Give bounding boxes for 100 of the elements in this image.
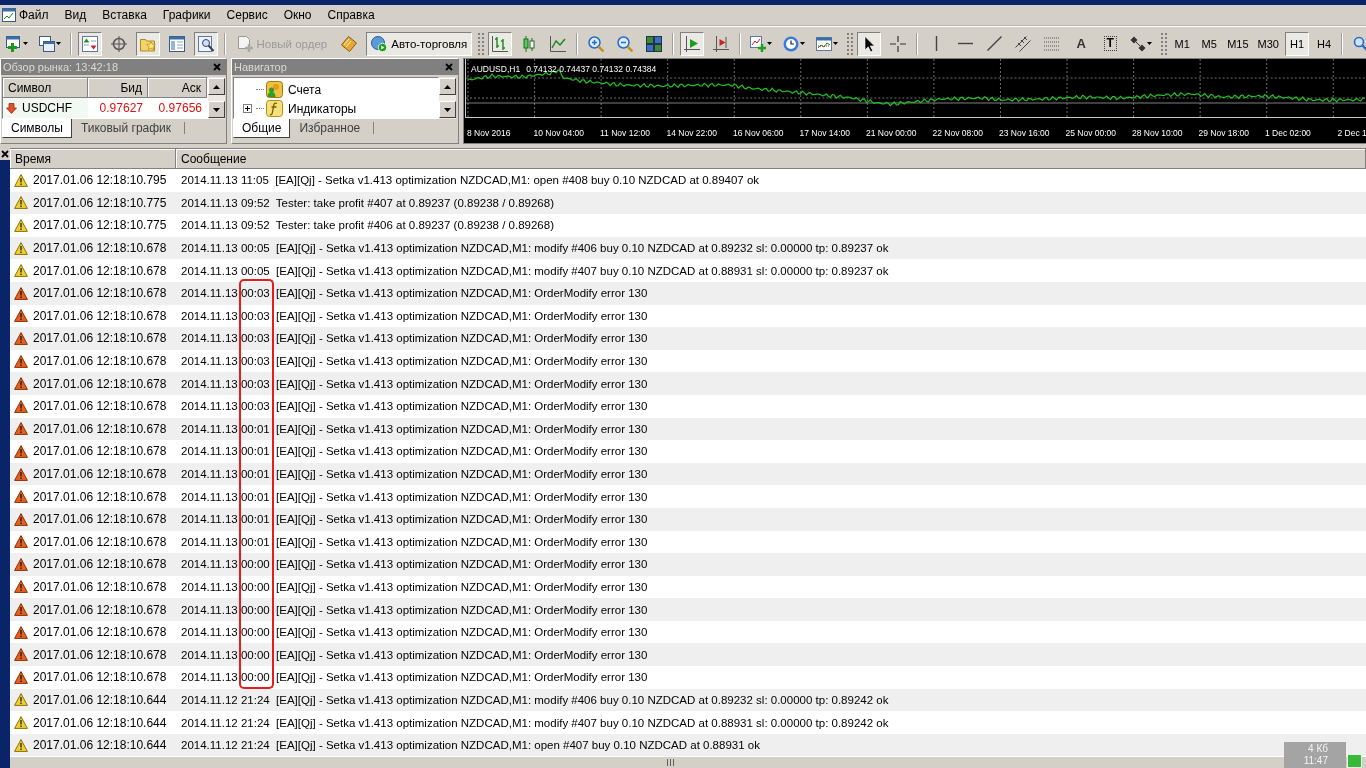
log-time: 2017.01.06 12:18:10.678 [33, 512, 167, 527]
symbol-cell: USDCHF [22, 101, 72, 115]
timeframe-button[interactable]: H4 [1312, 31, 1336, 56]
log-row[interactable]: 2017.01.06 12:18:10.678 2014.11.13 00:05 [EA][Qj] - Setka v1.413 optimization NZDCAD,M1: modify #406 buy 0.10 NZDCAD at 0.89232 sl: 0.00000 tp: 0.89237 ok [10, 236, 1366, 260]
timeframe-button[interactable]: H1 [1285, 31, 1309, 56]
menu-item[interactable]: Вставка [99, 6, 150, 24]
log-message: 2014.11.13 09:52 Tester: take profit #407 at 0.89237 (0.89238 / 0.89268) [181, 196, 554, 209]
bid-cell: 0.97627 [99, 101, 143, 115]
function-icon [266, 100, 283, 117]
column-header[interactable]: Время [10, 149, 176, 169]
log-row[interactable]: 2017.01.06 12:18:10.678 2014.11.13 00:03 [EA][Qj] - Setka v1.413 optimization NZDCAD,M1: OrderModify error 130 [10, 372, 1366, 395]
menu-item[interactable]: Файл [16, 6, 52, 24]
panel-tab[interactable]: Символы [2, 119, 72, 138]
toolbar-button[interactable] [193, 31, 218, 56]
log-message: 2014.11.13 00:03 [EA][Qj] - Setka v1.413 optimization NZDCAD,M1: OrderModify error 130 [181, 332, 648, 345]
panel-tab[interactable]: Общие [233, 119, 291, 138]
toolbar-button[interactable] [488, 31, 513, 56]
close-icon [213, 63, 221, 71]
log-time: 2017.01.06 12:18:10.678 [33, 602, 167, 617]
column-header[interactable]: Бид [88, 78, 148, 98]
log-time: 2017.01.06 12:18:10.678 [33, 354, 167, 369]
warning-icon [14, 512, 28, 526]
grip-icon [665, 759, 675, 767]
timeframe-button[interactable]: M30 [1254, 31, 1282, 56]
column-header[interactable]: Сообщение [176, 149, 1366, 169]
panel-tab[interactable]: Избранное [290, 120, 370, 137]
timeframe-button[interactable]: M15 [1224, 31, 1252, 56]
axes-marker-icon [713, 35, 730, 52]
log-time: 2017.01.06 12:18:10.775 [33, 195, 167, 210]
time-axis-label: 8 Nov 2016 [467, 128, 511, 138]
time-axis-label: 10 Nov 04:00 [533, 128, 585, 138]
scroll-up-button[interactable] [439, 78, 456, 95]
toolbar-button[interactable] [680, 31, 705, 56]
column-header[interactable]: Аск [148, 78, 207, 98]
chart-window-icon[interactable] [2, 8, 16, 22]
vertical-scrollbar[interactable] [439, 77, 456, 119]
menu-item[interactable]: Вид [61, 6, 90, 24]
timeframe-button[interactable]: M1 [1170, 31, 1195, 56]
log-time: 2017.01.06 12:18:10.644 [33, 692, 167, 707]
warning-icon [14, 716, 28, 730]
close-button[interactable] [0, 149, 10, 159]
clock-icon [783, 35, 800, 52]
users-icon [266, 81, 283, 98]
scroll-down-button[interactable] [208, 101, 225, 118]
menu-item[interactable]: Графики [159, 6, 214, 24]
horizontal-scrollbar[interactable] [10, 756, 1366, 768]
log-message: 2014.11.13 09:52 Tester: take profit #406 at 0.89237 (0.89238 / 0.89268) [181, 219, 554, 232]
menu-item[interactable]: Справка [324, 6, 378, 24]
status-square-icon [1347, 754, 1362, 768]
warning-icon [14, 467, 28, 481]
column-header[interactable]: Символ [3, 78, 88, 98]
panel-tab[interactable]: Тиковый график [71, 120, 181, 137]
menu-item[interactable]: Сервис [223, 6, 271, 24]
log-row[interactable]: 2017.01.06 12:18:10.678 2014.11.13 00:00 [EA][Qj] - Setka v1.413 optimization NZDCAD,M1: OrderModify error 130 [10, 643, 1366, 667]
log-message: 2014.11.13 00:01 [EA][Qj] - Setka v1.413 optimization NZDCAD,M1: OrderModify error 130 [181, 513, 648, 526]
log-row[interactable]: 2017.01.06 12:18:10.678 2014.11.13 00:00 [EA][Qj] - Setka v1.413 optimization NZDCAD,M1: OrderModify error 130 [10, 598, 1366, 621]
time-axis-label: 14 Nov 22:00 [666, 128, 718, 138]
scroll-up-button[interactable] [208, 78, 225, 95]
log-row[interactable]: 2017.01.06 12:18:10.644 2014.11.12 21:24 [EA][Qj] - Setka v1.413 optimization NZDCAD,M1: modify #406 buy 0.10 NZDCAD at 0.89232 sl: 0.00000 tp: 0.89242 ok [10, 688, 1366, 712]
tree-item[interactable]: Индикаторы [288, 101, 357, 116]
log-time: 2017.01.06 12:18:10.678 [33, 557, 167, 572]
log-time: 2017.01.06 12:18:10.678 [33, 376, 167, 391]
vertical-line-icon [934, 36, 938, 51]
caret-icon [833, 42, 839, 45]
log-row[interactable]: 2017.01.06 12:18:10.678 2014.11.13 00:03 [EA][Qj] - Setka v1.413 optimization NZDCAD,M1: OrderModify error 130 [10, 281, 1366, 305]
log-row[interactable]: 2017.01.06 12:18:10.678 2014.11.13 00:01 [EA][Qj] - Setka v1.413 optimization NZDCAD,M1: OrderModify error 130 [10, 417, 1366, 441]
toolbar-button[interactable] [857, 31, 882, 56]
log-row[interactable]: 2017.01.06 12:18:10.678 2014.11.13 00:01 [EA][Qj] - Setka v1.413 optimization NZDCAD,M1: OrderModify error 130 [10, 462, 1366, 486]
toolbar-button[interactable]: Авто-торговля [366, 31, 473, 56]
menu-item[interactable]: Окно [280, 6, 315, 24]
crosshair-icon [890, 35, 907, 52]
search-icon [1353, 35, 1366, 52]
log-message: 2014.11.13 00:00 [EA][Qj] - Setka v1.413 optimization NZDCAD,M1: OrderModify error 130 [181, 558, 648, 571]
scroll-down-button[interactable] [439, 101, 456, 118]
vertical-scrollbar[interactable] [208, 77, 225, 119]
warning-icon [14, 286, 28, 300]
diamond-icon [341, 35, 358, 52]
timeframe-button[interactable]: M5 [1197, 31, 1222, 56]
time-axis-label: 1 Dec 02:00 [1265, 128, 1311, 138]
warning-icon [14, 173, 28, 187]
panel-title: Навигатор [234, 61, 287, 73]
time-axis-label: 22 Nov 08:00 [932, 128, 984, 138]
log-row[interactable]: 2017.01.06 12:18:10.678 2014.11.13 00:01 [EA][Qj] - Setka v1.413 optimization NZDCAD,M1: OrderModify error 130 [10, 507, 1366, 531]
toolbar-button[interactable]: T [1098, 31, 1123, 56]
expand-icon[interactable] [243, 104, 252, 113]
log-row[interactable]: 2017.01.06 12:18:10.678 2014.11.13 00:00 [EA][Qj] - Setka v1.413 optimization NZDCAD,M1: OrderModify error 130 [10, 553, 1366, 576]
log-time: 2017.01.06 12:18:10.678 [33, 467, 167, 481]
log-time: 2017.01.06 12:18:10.678 [33, 421, 167, 436]
warning-icon [14, 241, 28, 255]
log-message: 2014.11.13 00:01 [EA][Qj] - Setka v1.413 optimization NZDCAD,M1: OrderModify error 130 [181, 490, 648, 503]
time-axis-label: 29 Nov 18:00 [1198, 128, 1250, 138]
log-row[interactable]: 2017.01.06 12:18:10.775 2014.11.13 09:52 Tester: take profit #407 at 0.89237 (0.89238 / 0.89268) [10, 191, 1366, 215]
tree-item[interactable]: Счета [288, 82, 322, 97]
log-time: 2017.01.06 12:18:10.678 [33, 444, 167, 459]
time-axis-label: 11 Nov 12:00 [600, 128, 650, 138]
close-icon [1, 150, 9, 158]
log-message: 2014.11.12 21:24 [EA][Qj] - Setka v1.413 optimization NZDCAD,M1: modify #406 buy 0.10 NZDCAD at 0.89232 sl: 0.00000 tp: 0.89242 ok [181, 693, 889, 706]
log-row[interactable]: 2017.01.06 12:18:10.678 2014.11.13 00:03 [EA][Qj] - Setka v1.413 optimization NZDCAD,M1: OrderModify error 130 [10, 327, 1366, 350]
toolbar-button[interactable]: A [1069, 31, 1094, 56]
time-axis-label: 28 Nov 10:00 [1132, 128, 1183, 138]
